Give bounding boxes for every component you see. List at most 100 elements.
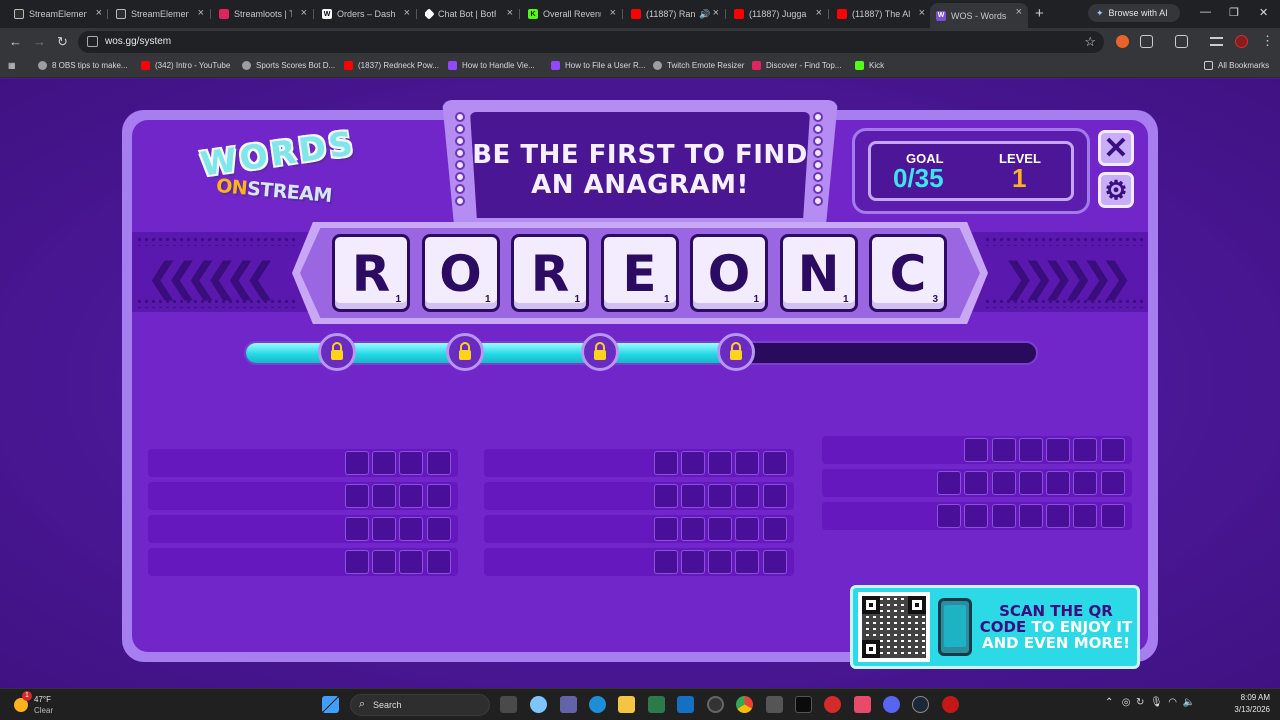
letter-tile[interactable]: C3: [869, 234, 947, 312]
browser-tab[interactable]: K Overall Revenue ×: [528, 4, 616, 24]
letter-tile[interactable]: R1: [332, 234, 410, 312]
all-bookmarks-label: All Bookmarks: [1218, 61, 1270, 70]
back-icon[interactable]: ←: [9, 34, 22, 49]
close-tab-icon[interactable]: ×: [96, 7, 102, 19]
bookmark-star-icon[interactable]: ☆: [1084, 34, 1096, 50]
close-tab-icon[interactable]: ×: [816, 7, 822, 19]
browser-tab[interactable]: (11887) Juggalo ×: [734, 4, 822, 24]
reload-icon[interactable]: ↻: [57, 34, 68, 50]
mic-icon[interactable]: 🎙: [1150, 697, 1163, 708]
maximize-icon[interactable]: ❐: [1229, 6, 1239, 19]
profile-avatar[interactable]: [1235, 35, 1248, 48]
close-tab-icon[interactable]: ×: [301, 7, 307, 19]
bookmark-item[interactable]: How to File a User R...: [551, 61, 645, 70]
reading-list-icon[interactable]: [1210, 37, 1223, 46]
lock-icon: [318, 333, 356, 371]
browser-tab[interactable]: StreamElements ×: [14, 4, 102, 24]
app-icon[interactable]: [854, 696, 871, 713]
search-label: Search: [373, 700, 402, 710]
bookmark-item[interactable]: Kick: [855, 61, 884, 70]
weather-widget[interactable]: 1 47°F Clear: [14, 691, 74, 717]
weather-temp: 47°F: [34, 695, 51, 704]
obs-icon[interactable]: [707, 696, 724, 713]
bookmark-item[interactable]: Sports Scores Bot D...: [242, 61, 335, 70]
network-icon[interactable]: ◎: [1122, 697, 1131, 708]
wifi-icon[interactable]: ◠: [1168, 697, 1177, 708]
file-explorer-icon[interactable]: [618, 696, 635, 713]
steam-icon[interactable]: [912, 696, 929, 713]
tab-label: Chat Bot | BotRi: [438, 9, 496, 19]
app-icon[interactable]: [766, 696, 783, 713]
windows-start-icon[interactable]: [322, 696, 339, 713]
bookmark-item[interactable]: Discover - Find Top...: [752, 61, 841, 70]
letter-tile[interactable]: E1: [600, 234, 679, 312]
minimize-icon[interactable]: —: [1200, 6, 1211, 18]
letter-slot: [964, 471, 989, 495]
tile-score: 1: [574, 294, 580, 305]
close-tab-icon[interactable]: ×: [507, 7, 513, 19]
volume-icon[interactable]: 🔈: [1183, 697, 1195, 708]
forward-icon[interactable]: →: [33, 34, 46, 49]
menu-icon[interactable]: ⋮: [1261, 33, 1274, 49]
system-tray[interactable]: ⌃ ◎ ↻ 🎙 ◠ 🔈: [1105, 697, 1195, 708]
store-icon[interactable]: [648, 696, 665, 713]
sync-icon[interactable]: ↻: [1136, 697, 1144, 708]
chrome-icon[interactable]: [736, 696, 753, 713]
letter-tile[interactable]: R1: [511, 234, 589, 312]
letter-slot: [344, 550, 369, 574]
browser-tab[interactable]: Chat Bot | BotRi ×: [425, 4, 513, 24]
chevron-left-icon: ❮❮❮❮❮❮: [146, 255, 277, 301]
outlook-icon[interactable]: [677, 696, 694, 713]
apps-icon[interactable]: ▦: [8, 61, 16, 70]
lock-icon: [717, 333, 755, 371]
browser-tab[interactable]: Streamloots | Th ×: [219, 4, 307, 24]
edge-icon[interactable]: [589, 696, 606, 713]
bookmark-item[interactable]: (342) Intro - YouTube: [141, 61, 230, 70]
audio-playing-icon[interactable]: 🔊: [699, 9, 710, 20]
address-bar[interactable]: wos.gg/system ☆: [78, 31, 1104, 53]
close-tab-icon[interactable]: ×: [404, 7, 410, 19]
settings-button[interactable]: ⚙: [1098, 172, 1134, 208]
bookmark-item[interactable]: 8 OBS tips to make...: [38, 61, 128, 70]
clock-date: 3/13/2026: [1234, 705, 1270, 714]
close-tab-icon[interactable]: ×: [713, 7, 719, 19]
extension-icon[interactable]: [1116, 35, 1129, 48]
word-slot-row: [148, 548, 458, 576]
close-tab-icon[interactable]: ×: [198, 7, 204, 19]
task-view-icon[interactable]: [500, 696, 517, 713]
letter-slot: [1046, 471, 1071, 495]
new-tab-icon[interactable]: +: [1035, 5, 1044, 22]
letter-tile[interactable]: O1: [421, 234, 500, 312]
browser-tab[interactable]: (11887) Ran 🔊 ×: [631, 4, 719, 24]
copilot-icon[interactable]: [530, 696, 547, 713]
close-game-button[interactable]: ✕: [1098, 130, 1134, 166]
browse-with-ai-button[interactable]: ✦ Browse with AI: [1088, 4, 1180, 22]
letter-tile[interactable]: O1: [690, 234, 768, 312]
tray-overflow-icon[interactable]: ⌃: [1105, 697, 1113, 708]
close-tab-icon[interactable]: ×: [610, 7, 616, 19]
browser-tab-active[interactable]: W WOS - Words O ×: [930, 3, 1028, 28]
bookmark-item[interactable]: How to Handle Vie...: [448, 61, 535, 70]
app-icon[interactable]: [824, 696, 841, 713]
site-info-icon[interactable]: [87, 36, 98, 47]
taskbar-search[interactable]: ⌕ Search: [350, 694, 490, 716]
tab-search-icon[interactable]: [1175, 35, 1188, 48]
browser-tab[interactable]: StreamElements ×: [116, 4, 204, 24]
teams-icon[interactable]: [560, 696, 577, 713]
terminal-icon[interactable]: [795, 696, 812, 713]
extensions-puzzle-icon[interactable]: [1140, 35, 1153, 48]
bookmark-item[interactable]: Twitch Emote Resizer: [653, 61, 744, 70]
close-window-icon[interactable]: ✕: [1259, 6, 1268, 19]
browser-tab[interactable]: W Orders – Dashb ×: [322, 4, 410, 24]
letter-tile[interactable]: N1: [779, 234, 858, 312]
close-tab-icon[interactable]: ×: [919, 7, 925, 19]
letter-slot: [399, 550, 424, 574]
all-bookmarks[interactable]: All Bookmarks: [1204, 61, 1269, 70]
close-tab-icon[interactable]: ×: [1016, 6, 1022, 18]
browser-tab[interactable]: (11887) The All ×: [837, 4, 925, 24]
app-icon[interactable]: [942, 696, 959, 713]
discord-icon[interactable]: [883, 696, 900, 713]
bookmark-item[interactable]: (1837) Redneck Pow...: [344, 61, 439, 70]
clock[interactable]: 8:09 AM 3/13/2026: [1224, 692, 1270, 716]
youtube-icon: [837, 9, 847, 19]
